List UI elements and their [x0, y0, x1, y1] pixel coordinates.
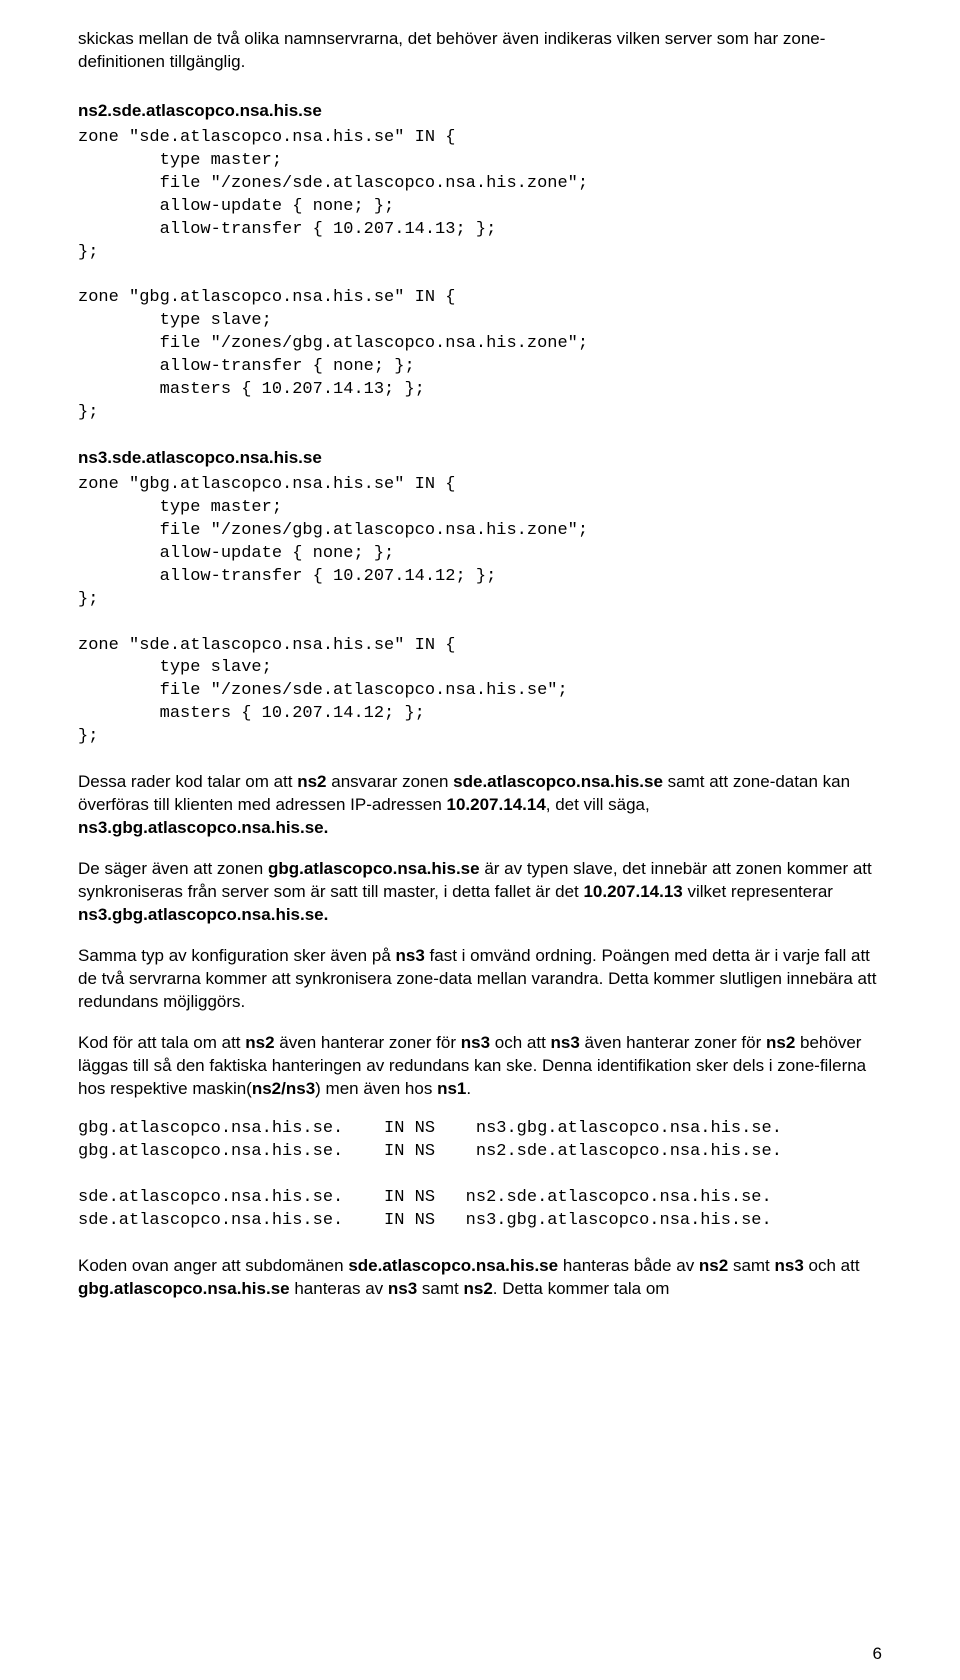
text: Koden ovan anger att subdomänen [78, 1256, 348, 1275]
text: hanteras både av [558, 1256, 699, 1275]
text: Kod för att tala om att [78, 1033, 245, 1052]
text: . [466, 1079, 471, 1098]
text-bold: sde.atlascopco.nsa.his.se [348, 1256, 558, 1275]
text: ansvarar zonen [327, 772, 454, 791]
text-bold: ns3.gbg.atlascopco.nsa.his.se. [78, 905, 328, 924]
text-bold: ns2 [766, 1033, 795, 1052]
text-bold: 10.207.14.14 [447, 795, 546, 814]
heading-ns2: ns2.sde.atlascopco.nsa.his.se [78, 100, 882, 123]
text-bold: ns3 [551, 1033, 580, 1052]
text: och att [804, 1256, 860, 1275]
text-bold: ns3 [775, 1256, 804, 1275]
text-bold: ns2 [297, 772, 326, 791]
text: Dessa rader kod talar om att [78, 772, 297, 791]
page-number: 6 [873, 1644, 882, 1664]
code-block-ns-records: gbg.atlascopco.nsa.his.se. IN NS ns3.gbg… [78, 1118, 882, 1233]
text-bold: ns3 [461, 1033, 490, 1052]
paragraph-4: Samma typ av konfiguration sker även på … [78, 945, 882, 1014]
paragraph-5: Kod för att tala om att ns2 även hantera… [78, 1032, 882, 1101]
text-bold: ns3 [388, 1279, 417, 1298]
text: Samma typ av konfiguration sker även på [78, 946, 396, 965]
text-bold: ns2 [699, 1256, 728, 1275]
text: vilket representerar [683, 882, 833, 901]
text: samt [728, 1256, 774, 1275]
paragraph-3: De säger även att zonen gbg.atlascopco.n… [78, 858, 882, 927]
code-block-ns2: zone "sde.atlascopco.nsa.his.se" IN { ty… [78, 127, 882, 425]
text-bold: ns3.gbg.atlascopco.nsa.his.se. [78, 818, 328, 837]
text-bold: gbg.atlascopco.nsa.his.se [268, 859, 480, 878]
text: även hanterar zoner för [580, 1033, 766, 1052]
text-bold: gbg.atlascopco.nsa.his.se [78, 1279, 290, 1298]
text: , det vill säga, [546, 795, 650, 814]
text-bold: ns2 [464, 1279, 493, 1298]
text: och att [490, 1033, 550, 1052]
page: skickas mellan de två olika namnservrarn… [0, 0, 960, 1680]
text: De säger även att zonen [78, 859, 268, 878]
paragraph-2: Dessa rader kod talar om att ns2 ansvara… [78, 771, 882, 840]
text-bold: 10.207.14.13 [583, 882, 682, 901]
text: . Detta kommer tala om [493, 1279, 670, 1298]
text: ) men även hos [315, 1079, 437, 1098]
paragraph-intro: skickas mellan de två olika namnservrarn… [78, 28, 882, 74]
code-block-ns3: zone "gbg.atlascopco.nsa.his.se" IN { ty… [78, 474, 882, 749]
paragraph-6: Koden ovan anger att subdomänen sde.atla… [78, 1255, 882, 1301]
text-bold: ns2/ns3 [252, 1079, 315, 1098]
heading-ns3: ns3.sde.atlascopco.nsa.his.se [78, 447, 882, 470]
text: även hanterar zoner för [275, 1033, 461, 1052]
text-bold: ns1 [437, 1079, 466, 1098]
text: hanteras av [290, 1279, 388, 1298]
text-bold: ns3 [396, 946, 425, 965]
text-bold: ns2 [245, 1033, 274, 1052]
text: samt [417, 1279, 463, 1298]
text-bold: sde.atlascopco.nsa.his.se [453, 772, 663, 791]
